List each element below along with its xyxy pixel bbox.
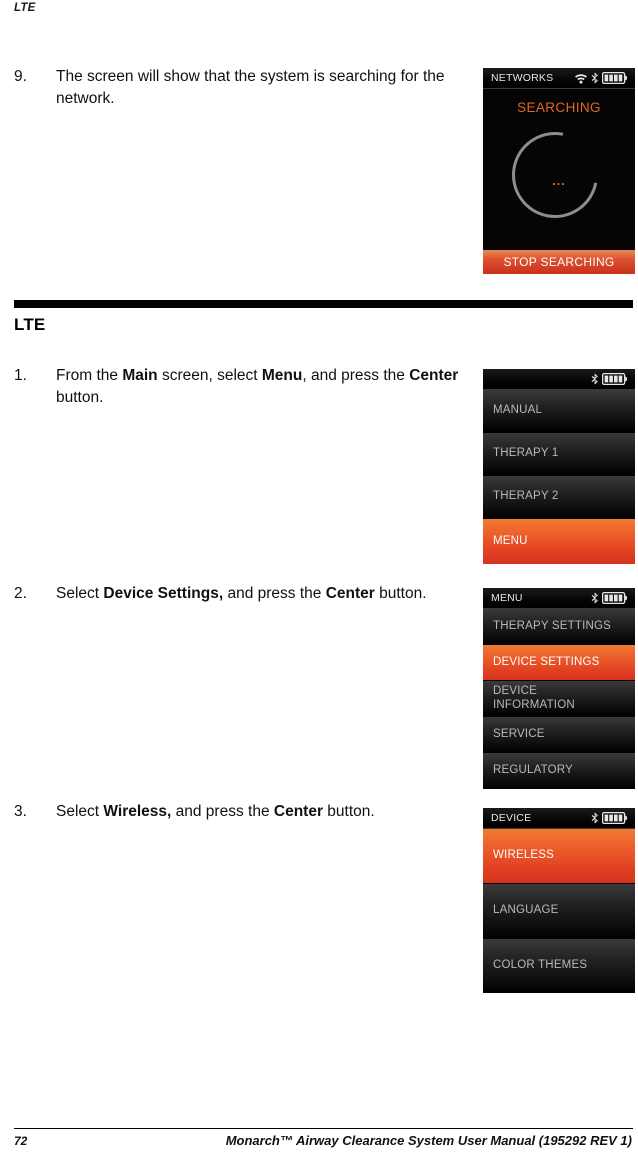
device-menu-list: THERAPY SETTINGS DEVICE SETTINGS DEVICE …	[483, 609, 635, 789]
step-text-segment: Select	[56, 803, 104, 820]
page-body: 9. The screen will show that the system …	[0, 0, 638, 1100]
menu-item-label: SERVICE	[493, 727, 545, 740]
step-text-segment-bold: Center	[325, 585, 375, 602]
menu-item-label: REGULATORY	[493, 764, 573, 777]
battery-icon	[602, 373, 628, 385]
step-text-segment: screen, select	[157, 367, 262, 384]
wifi-icon	[575, 73, 587, 84]
step-text-segment-bold: Menu	[261, 367, 303, 384]
device-screen-menu: MENU THERAPY SETTINGS DEVICE SETTINGS DE…	[483, 588, 635, 789]
step-text: From the Main screen, select Menu, and p…	[56, 365, 482, 408]
menu-item-manual[interactable]: MANUAL	[483, 390, 635, 433]
step-text-segment: Select	[56, 585, 104, 602]
device-screen-main-menu: MANUAL THERAPY 1 THERAPY 2 MENU	[483, 369, 635, 564]
step-number: 3.	[14, 803, 27, 820]
step-text-segment-bold: Main	[122, 367, 158, 384]
step-text-segment-bold: Device Settings,	[103, 585, 224, 602]
menu-item-therapy-settings[interactable]: THERAPY SETTINGS	[483, 609, 635, 645]
step-text-segment: button.	[56, 388, 104, 406]
device-status-icons	[574, 72, 628, 84]
menu-item-label: COLOR THEMES	[493, 959, 588, 972]
menu-item-label: MENU	[493, 534, 528, 547]
device-status-bar: MENU	[483, 588, 635, 609]
menu-item-wireless[interactable]: WIRELESS	[483, 829, 635, 884]
step-text-segment: From the	[56, 367, 123, 384]
bluetooth-icon	[591, 72, 598, 84]
device-status-title: NETWORKS	[491, 72, 554, 84]
battery-icon	[602, 812, 628, 824]
menu-item-label: DEVICE SETTINGS	[493, 655, 600, 668]
step-text-segment-bold: Center	[273, 803, 323, 820]
searching-title: SEARCHING	[517, 100, 601, 115]
menu-item-label: THERAPY SETTINGS	[493, 619, 612, 632]
manual-title: Monarch™ Airway Clearance System User Ma…	[225, 1133, 632, 1148]
menu-item-label: THERAPY 1	[493, 447, 559, 460]
menu-item-device-information[interactable]: DEVICE INFORMATION	[483, 681, 635, 717]
bluetooth-icon	[591, 373, 598, 385]
menu-item-regulatory[interactable]: REGULATORY	[483, 753, 635, 789]
battery-icon	[602, 592, 628, 604]
device-screen-device-settings: DEVICE WIRELESS LANGUAGE COLOR THEMES	[483, 808, 635, 993]
step-text-segment: The screen will show that the system is …	[56, 68, 445, 107]
step-text-segment: and press the	[223, 585, 326, 602]
step-number: 1.	[14, 367, 27, 384]
section-heading: LTE	[14, 315, 46, 334]
device-status-icons	[591, 373, 628, 385]
menu-item-label: DEVICE INFORMATION	[493, 685, 575, 711]
battery-icon	[602, 72, 628, 84]
menu-item-language[interactable]: LANGUAGE	[483, 884, 635, 939]
bluetooth-icon	[591, 812, 598, 824]
device-menu-list: WIRELESS LANGUAGE COLOR THEMES	[483, 829, 635, 993]
stop-searching-button[interactable]: STOP SEARCHING	[483, 250, 635, 274]
section-divider	[14, 300, 633, 308]
searching-body: SEARCHING ...	[483, 89, 635, 250]
step-text-segment: button.	[374, 585, 427, 602]
device-status-title: MENU	[491, 592, 523, 604]
step-text-segment: , and press the	[302, 367, 410, 384]
step-text-segment: button.	[322, 803, 375, 820]
step-text: Select Device Settings, and press the Ce…	[56, 583, 482, 605]
device-status-icons	[591, 592, 628, 604]
menu-item-label: THERAPY 2	[493, 490, 559, 503]
step-number: 9.	[14, 68, 27, 85]
device-screen-searching: NETWORKS SEARCHING ... STOP SEARCHING	[483, 68, 635, 274]
footer-divider	[14, 1128, 633, 1129]
menu-item-therapy-1[interactable]: THERAPY 1	[483, 433, 635, 476]
menu-item-therapy-2[interactable]: THERAPY 2	[483, 476, 635, 519]
menu-item-label: LANGUAGE	[493, 904, 559, 917]
bluetooth-icon	[591, 592, 598, 604]
device-status-title: DEVICE	[491, 812, 532, 824]
menu-item-label: MANUAL	[493, 404, 543, 417]
device-status-bar	[483, 369, 635, 390]
step-text-segment-bold: Wireless,	[103, 803, 172, 820]
step-text: The screen will show that the system is …	[56, 66, 482, 109]
menu-item-menu[interactable]: MENU	[483, 519, 635, 564]
searching-dots: ...	[552, 173, 566, 188]
device-status-bar: NETWORKS	[483, 68, 635, 89]
step-text-segment: and press the	[171, 803, 274, 820]
step-number: 2.	[14, 585, 27, 602]
page-number: 72	[14, 1134, 28, 1148]
step-text: Select Wireless, and press the Center bu…	[56, 801, 482, 823]
menu-item-color-themes[interactable]: COLOR THEMES	[483, 939, 635, 993]
step-text-segment-bold: Center	[409, 367, 459, 384]
device-status-icons	[591, 812, 628, 824]
menu-item-label: WIRELESS	[493, 849, 555, 862]
device-status-bar: DEVICE	[483, 808, 635, 829]
menu-item-device-settings[interactable]: DEVICE SETTINGS	[483, 645, 635, 681]
menu-item-service[interactable]: SERVICE	[483, 717, 635, 753]
device-menu-list: MANUAL THERAPY 1 THERAPY 2 MENU	[483, 390, 635, 564]
